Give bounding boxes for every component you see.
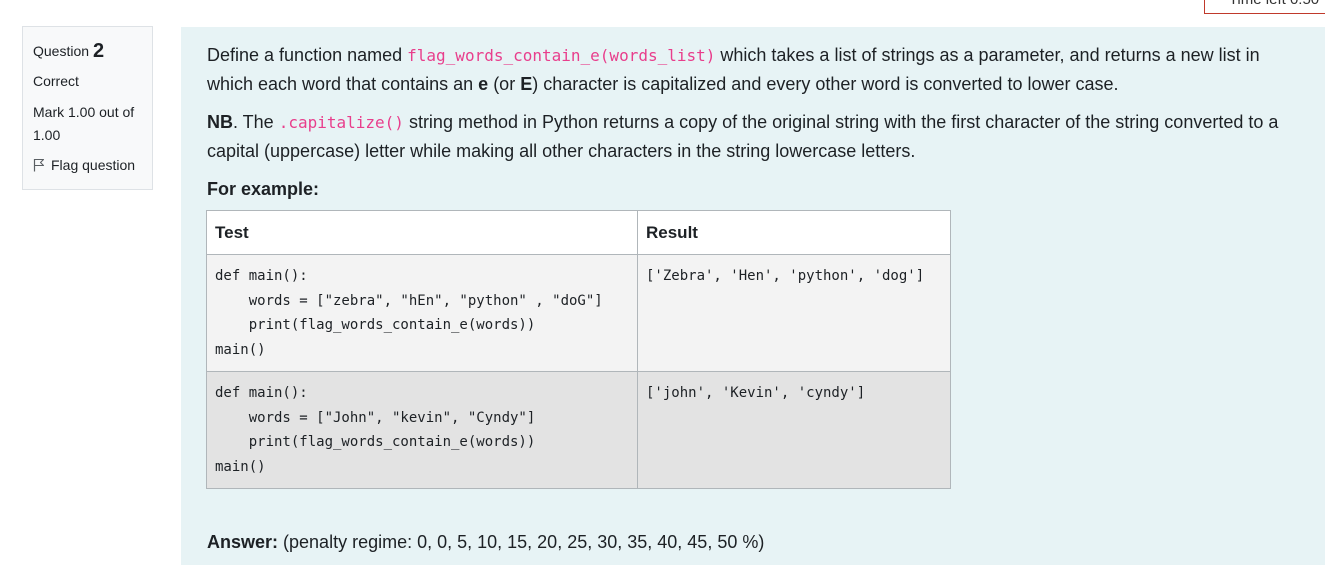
answer-label: Answer: bbox=[207, 532, 279, 552]
intro-text-cont: which takes a list of strings as a param… bbox=[715, 45, 1260, 65]
example-heading: For example: bbox=[207, 179, 320, 199]
question-grade: Mark 1.00 out of 1.00 bbox=[33, 104, 135, 143]
test-code-cell: def main(): words = ["John", "kevin", "C… bbox=[206, 371, 638, 489]
question-state: Correct bbox=[33, 73, 79, 89]
intro-text: Define a function named bbox=[207, 45, 408, 65]
capitalize-method-code: .capitalize() bbox=[278, 113, 404, 132]
letter-e: e bbox=[478, 74, 489, 94]
test-code-cell: def main(): words = ["zebra", "hEn", "py… bbox=[206, 254, 638, 372]
question-number-value: 2 bbox=[92, 40, 105, 62]
flag-outline-icon bbox=[33, 158, 45, 172]
flag-question-link[interactable]: Flag question bbox=[33, 155, 142, 175]
nb-text-b: string method in Python returns a copy o… bbox=[403, 112, 1279, 132]
question-text-area: Define a function named flag_words_conta… bbox=[181, 27, 1325, 565]
nb-line-1: NB. The .capitalize() string method in P… bbox=[207, 108, 1325, 137]
time-left-label: Time left 0:50 bbox=[1229, 0, 1319, 8]
time-left-box: Time left 0:50 bbox=[1204, 0, 1325, 14]
result-cell: ['Zebra', 'Hen', 'python', 'dog'] bbox=[637, 254, 951, 372]
table-header-row: Test Result bbox=[206, 210, 951, 255]
nb-line-2: capital (uppercase) letter while making … bbox=[207, 141, 916, 161]
header-test: Test bbox=[206, 210, 638, 255]
letter-E: E bbox=[520, 74, 533, 94]
table-row: def main(): words = ["zebra", "hEn", "py… bbox=[206, 254, 951, 372]
example-table: Test Result def main(): words = ["zebra"… bbox=[206, 210, 951, 489]
question-line-2: which each word that contains an e (or E… bbox=[207, 70, 1325, 98]
result-cell: ['john', 'Kevin', 'cyndy'] bbox=[637, 371, 951, 489]
question-line-1: Define a function named flag_words_conta… bbox=[207, 41, 1325, 70]
answer-label-line: Answer: (penalty regime: 0, 0, 5, 10, 15… bbox=[207, 530, 764, 554]
line2-text-c: ) character is capitalized and every oth… bbox=[532, 74, 1119, 94]
nb-text-a: . The bbox=[233, 112, 279, 132]
penalty-regime: (penalty regime: 0, 0, 5, 10, 15, 20, 25… bbox=[283, 532, 765, 552]
question-info-panel: Question 2 Correct Mark 1.00 out of 1.00… bbox=[22, 26, 153, 190]
header-result: Result bbox=[637, 210, 951, 255]
flag-question-label: Flag question bbox=[51, 157, 136, 173]
line2-text-a: which each word that contains an bbox=[207, 74, 479, 94]
nb-label: NB bbox=[207, 112, 233, 132]
question-number: Question 2 bbox=[33, 37, 142, 65]
line2-text-b: (or bbox=[488, 74, 521, 94]
question-prefix: Question bbox=[33, 43, 90, 59]
table-row: def main(): words = ["John", "kevin", "C… bbox=[206, 371, 951, 489]
function-name-code: flag_words_contain_e(words_list) bbox=[407, 46, 716, 65]
